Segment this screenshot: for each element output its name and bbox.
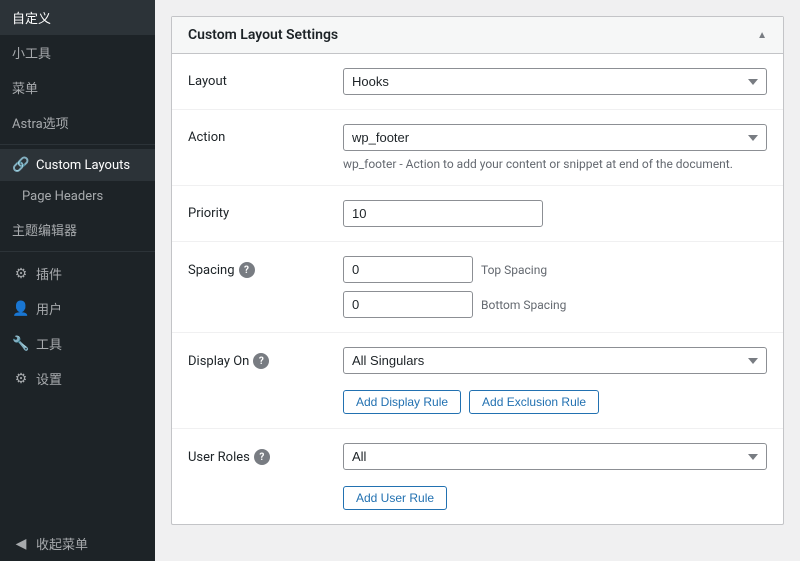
layout-control: Hooks Header Footer 404 Page bbox=[343, 68, 767, 95]
action-label: Action bbox=[188, 124, 343, 145]
layout-row: Layout Hooks Header Footer 404 Page bbox=[172, 54, 783, 110]
display-on-label: Display On ? bbox=[188, 347, 343, 369]
sidebar-item-page-headers[interactable]: Page Headers bbox=[0, 181, 155, 212]
top-spacing-input[interactable] bbox=[343, 256, 473, 283]
display-on-button-group: Add Display Rule Add Exclusion Rule bbox=[343, 390, 767, 414]
panel-title: Custom Layout Settings bbox=[188, 27, 338, 43]
spacing-row: Spacing ? Top Spacing Bottom Spacing bbox=[172, 242, 783, 333]
collapse-icon: ◀ bbox=[12, 536, 30, 552]
sidebar-item-widgets[interactable]: 小工具 bbox=[0, 35, 155, 70]
action-row: Action wp_footer wp_header wp_body_open … bbox=[172, 110, 783, 186]
priority-input[interactable] bbox=[343, 200, 543, 227]
add-user-rule-button[interactable]: Add User Rule bbox=[343, 486, 447, 510]
add-display-rule-button[interactable]: Add Display Rule bbox=[343, 390, 461, 414]
sidebar-item-custom-layouts[interactable]: 🔗 Custom Layouts bbox=[0, 149, 155, 181]
sidebar-item-astra[interactable]: Astra选项 bbox=[0, 105, 155, 140]
spacing-control: Top Spacing Bottom Spacing bbox=[343, 256, 767, 318]
display-on-row: Display On ? All Singulars Entire Site A… bbox=[172, 333, 783, 429]
priority-row: Priority bbox=[172, 186, 783, 242]
bottom-spacing-input[interactable] bbox=[343, 291, 473, 318]
spacing-inputs: Top Spacing Bottom Spacing bbox=[343, 256, 767, 318]
user-roles-label: User Roles ? bbox=[188, 443, 343, 465]
user-roles-select[interactable]: All Logged In Logged Out bbox=[343, 443, 767, 470]
layout-select[interactable]: Hooks Header Footer 404 Page bbox=[343, 68, 767, 95]
spacing-label: Spacing ? bbox=[188, 256, 343, 278]
user-roles-control: All Logged In Logged Out Add User Rule bbox=[343, 443, 767, 510]
users-icon: 👤 bbox=[12, 301, 30, 317]
sidebar-divider-2 bbox=[0, 251, 155, 252]
display-on-control: All Singulars Entire Site All Archives A… bbox=[343, 347, 767, 414]
sidebar-item-tools[interactable]: 🔧 工具 bbox=[0, 326, 155, 361]
add-exclusion-rule-button[interactable]: Add Exclusion Rule bbox=[469, 390, 599, 414]
plugins-icon: ⚙ bbox=[12, 266, 30, 282]
action-description: wp_footer - Action to add your content o… bbox=[343, 157, 767, 171]
user-roles-row: User Roles ? All Logged In Logged Out Ad… bbox=[172, 429, 783, 524]
sidebar-item-plugins[interactable]: ⚙ 插件 bbox=[0, 256, 155, 291]
custom-layouts-icon: 🔗 bbox=[12, 157, 30, 173]
settings-panel: Custom Layout Settings ▲ Layout Hooks He… bbox=[171, 16, 784, 525]
sidebar: 自定义 小工具 菜单 Astra选项 🔗 Custom Layouts Page… bbox=[0, 0, 155, 561]
user-roles-controls: All Logged In Logged Out Add User Rule bbox=[343, 443, 767, 510]
display-on-select[interactable]: All Singulars Entire Site All Archives bbox=[343, 347, 767, 374]
action-select[interactable]: wp_footer wp_header wp_body_open bbox=[343, 124, 767, 151]
sidebar-item-collapse[interactable]: ◀ 收起菜单 bbox=[0, 526, 155, 561]
settings-icon: ⚙ bbox=[12, 371, 30, 387]
display-on-help-icon[interactable]: ? bbox=[253, 353, 269, 369]
sidebar-item-settings[interactable]: ⚙ 设置 bbox=[0, 361, 155, 396]
sidebar-item-users[interactable]: 👤 用户 bbox=[0, 291, 155, 326]
user-roles-button-group: Add User Rule bbox=[343, 486, 767, 510]
layout-label: Layout bbox=[188, 68, 343, 89]
sidebar-item-customize[interactable]: 自定义 bbox=[0, 0, 155, 35]
bottom-spacing-label: Bottom Spacing bbox=[481, 298, 566, 312]
main-content: Custom Layout Settings ▲ Layout Hooks He… bbox=[155, 0, 800, 561]
tools-icon: 🔧 bbox=[12, 336, 30, 352]
settings-header: Custom Layout Settings ▲ bbox=[172, 17, 783, 54]
spacing-help-icon[interactable]: ? bbox=[239, 262, 255, 278]
display-on-controls: All Singulars Entire Site All Archives A… bbox=[343, 347, 767, 414]
sidebar-item-theme-editor[interactable]: 主题编辑器 bbox=[0, 212, 155, 247]
collapse-panel-icon[interactable]: ▲ bbox=[757, 30, 767, 41]
sidebar-item-menu[interactable]: 菜单 bbox=[0, 70, 155, 105]
user-roles-help-icon[interactable]: ? bbox=[254, 449, 270, 465]
priority-control bbox=[343, 200, 767, 227]
sidebar-divider-1 bbox=[0, 144, 155, 145]
top-spacing-row: Top Spacing bbox=[343, 256, 767, 283]
priority-label: Priority bbox=[188, 200, 343, 221]
top-spacing-label: Top Spacing bbox=[481, 263, 547, 277]
action-control: wp_footer wp_header wp_body_open wp_foot… bbox=[343, 124, 767, 171]
bottom-spacing-row: Bottom Spacing bbox=[343, 291, 767, 318]
